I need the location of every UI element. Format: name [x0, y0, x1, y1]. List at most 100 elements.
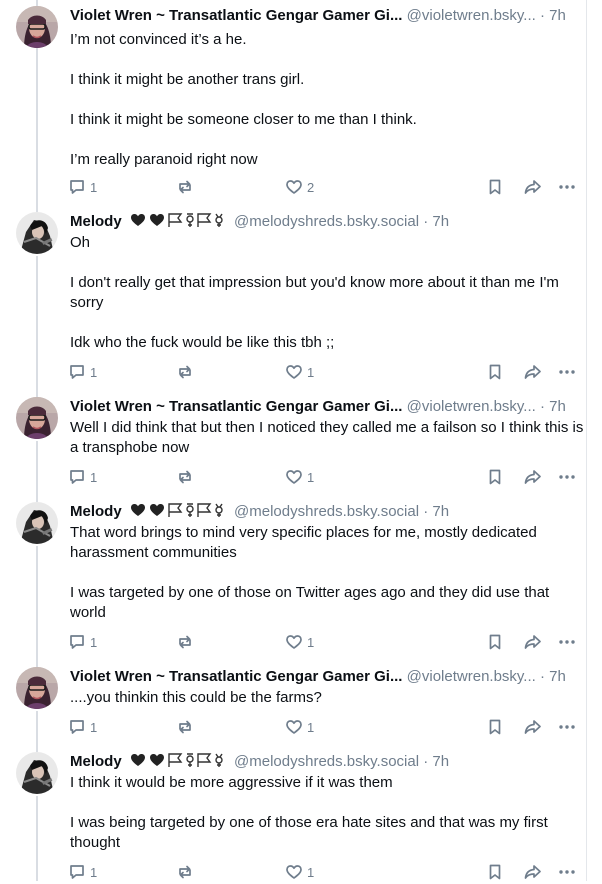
author-name[interactable]: Melody	[70, 503, 122, 520]
reply-count: 1	[90, 719, 98, 735]
reply-button[interactable]: 1	[68, 465, 97, 489]
author-handle[interactable]: @violetwren.bsky...	[407, 398, 536, 415]
author-handle[interactable]: @melodyshreds.bsky.social	[234, 753, 419, 770]
post[interactable]: Violet Wren ~ Transatlantic Gengar Gamer…	[0, 661, 594, 745]
bookmark-icon	[489, 179, 501, 195]
ellipsis-icon	[559, 725, 575, 729]
post-time[interactable]: · 7h	[423, 503, 449, 520]
avatar[interactable]	[16, 667, 58, 709]
author-handle[interactable]: @melodyshreds.bsky.social	[234, 213, 419, 230]
reply-button[interactable]: 1	[68, 360, 97, 384]
avatar[interactable]	[16, 212, 58, 254]
repost-button[interactable]	[176, 175, 198, 199]
avatar[interactable]	[16, 752, 58, 794]
post-actions: 1 1	[68, 465, 584, 489]
post-paragraph: Well I did think that but then I noticed…	[70, 419, 584, 456]
post-time[interactable]: · 7h	[423, 213, 449, 230]
post[interactable]: Melody @melodyshreds.bsky.social · 7h I …	[0, 746, 594, 881]
repost-button[interactable]	[176, 360, 198, 384]
avatar[interactable]	[16, 397, 58, 439]
share-button[interactable]	[523, 465, 543, 489]
more-options-button[interactable]	[558, 860, 576, 884]
share-button[interactable]	[523, 860, 543, 884]
bookmark-button[interactable]	[486, 715, 504, 739]
author-handle[interactable]: @violetwren.bsky...	[407, 7, 536, 24]
bookmark-button[interactable]	[486, 465, 504, 489]
post-text: Oh I don't really get that impression bu…	[70, 233, 585, 353]
more-options-button[interactable]	[558, 465, 576, 489]
reply-count: 1	[90, 634, 98, 650]
bookmark-icon	[489, 364, 501, 380]
author-name[interactable]: Violet Wren ~ Transatlantic Gengar Gamer…	[70, 7, 402, 24]
share-button[interactable]	[523, 715, 543, 739]
like-count: 1	[307, 634, 315, 650]
like-count: 1	[307, 364, 315, 380]
avatar[interactable]	[16, 6, 58, 48]
like-button[interactable]: 1	[285, 465, 314, 489]
more-options-button[interactable]	[558, 630, 576, 654]
post-time[interactable]: · 7h	[540, 398, 566, 415]
heart-icon	[286, 720, 302, 734]
reply-button[interactable]: 1	[68, 175, 97, 199]
like-button[interactable]: 1	[285, 630, 314, 654]
speech-bubble-icon	[70, 865, 84, 879]
like-count: 1	[307, 864, 315, 880]
like-count: 1	[307, 469, 315, 485]
author-handle[interactable]: @melodyshreds.bsky.social	[234, 503, 419, 520]
like-button[interactable]: 2	[285, 175, 314, 199]
reply-count: 1	[90, 179, 98, 195]
author-name[interactable]: Violet Wren ~ Transatlantic Gengar Gamer…	[70, 398, 402, 415]
share-button[interactable]	[523, 630, 543, 654]
reply-button[interactable]: 1	[68, 715, 97, 739]
bookmark-button[interactable]	[486, 630, 504, 654]
author-handle[interactable]: @violetwren.bsky...	[407, 668, 536, 685]
post[interactable]: Violet Wren ~ Transatlantic Gengar Gamer…	[0, 0, 594, 205]
bookmark-button[interactable]	[486, 175, 504, 199]
post-time[interactable]: · 7h	[423, 753, 449, 770]
avatar[interactable]	[16, 502, 58, 544]
like-button[interactable]: 1	[285, 360, 314, 384]
post-text: That word brings to mind very specific p…	[70, 523, 585, 623]
share-button[interactable]	[523, 360, 543, 384]
repost-button[interactable]	[176, 630, 198, 654]
share-arrow-icon	[524, 865, 541, 879]
reply-button[interactable]: 1	[68, 860, 97, 884]
heart-icon	[286, 365, 302, 379]
repost-button[interactable]	[176, 465, 198, 489]
like-button[interactable]: 1	[285, 860, 314, 884]
like-button[interactable]: 1	[285, 715, 314, 739]
bookmark-button[interactable]	[486, 360, 504, 384]
post-paragraph: I think it might be another trans girl.	[70, 71, 305, 88]
author-name[interactable]: Violet Wren ~ Transatlantic Gengar Gamer…	[70, 668, 402, 685]
author-name[interactable]: Melody	[70, 753, 122, 770]
more-options-button[interactable]	[558, 715, 576, 739]
like-count: 1	[307, 719, 315, 735]
post-header: Violet Wren ~ Transatlantic Gengar Gamer…	[70, 397, 584, 417]
repost-arrows-icon	[179, 720, 191, 734]
repost-button[interactable]	[176, 715, 198, 739]
post[interactable]: Melody @melodyshreds.bsky.social · 7h Th…	[0, 496, 594, 660]
author-name[interactable]: Melody	[70, 213, 122, 230]
speech-bubble-icon	[70, 180, 84, 194]
ellipsis-icon	[559, 185, 575, 189]
share-arrow-icon	[524, 720, 541, 734]
post-time[interactable]: · 7h	[540, 668, 566, 685]
share-button[interactable]	[523, 175, 543, 199]
post[interactable]: Melody @melodyshreds.bsky.social · 7h Oh…	[0, 206, 594, 390]
more-options-button[interactable]	[558, 360, 576, 384]
repost-arrows-icon	[179, 365, 191, 379]
bookmark-button[interactable]	[486, 860, 504, 884]
post-text: I think it would be more aggressive if i…	[70, 773, 585, 853]
more-options-button[interactable]	[558, 175, 576, 199]
reply-button[interactable]: 1	[68, 630, 97, 654]
post-actions: 1 2	[68, 175, 584, 199]
post[interactable]: Violet Wren ~ Transatlantic Gengar Gamer…	[0, 391, 594, 495]
heart-icon	[286, 470, 302, 484]
repost-arrows-icon	[179, 470, 191, 484]
post-paragraph: I think it might be someone closer to me…	[70, 111, 417, 128]
post-paragraph: Oh	[70, 234, 91, 251]
repost-button[interactable]	[176, 860, 198, 884]
post-time[interactable]: · 7h	[540, 7, 566, 24]
repost-arrows-icon	[179, 180, 191, 194]
heart-icon	[286, 865, 302, 879]
